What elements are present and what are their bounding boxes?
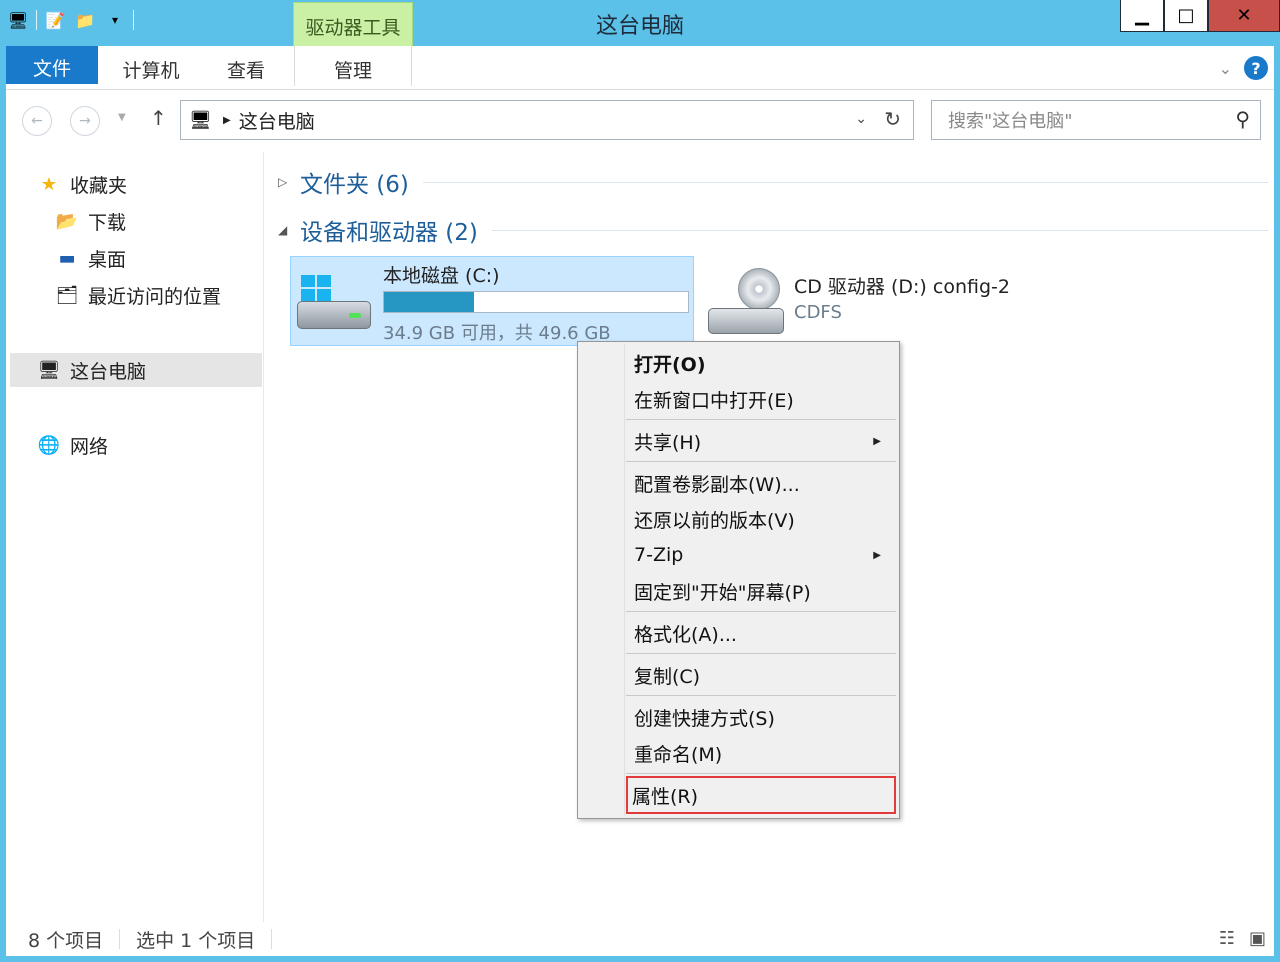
group-folders[interactable]: ▷ 文件夹 (6) [278,166,1268,198]
drive-usage-bar [383,291,689,313]
context-menu: 打开(O) 在新窗口中打开(E) 共享(H) ▶ 配置卷影副本(W)... 还原… [577,341,900,819]
navigation-pane: ★ 收藏夹 📂 下载 ▬ 桌面 🗂 最近访问的位置 🖥 这台电脑 🌐 网络 [6,152,264,922]
nav-item-network[interactable]: 🌐 网络 [36,428,108,462]
desktop-icon: ▬ [58,247,76,269]
network-icon: 🌐 [37,434,61,456]
status-bar: 8 个项目 选中 1 个项目 ☷ ▣ [6,922,1274,956]
minimize-button[interactable]: ▁ [1120,0,1164,32]
maximize-button[interactable]: □ [1164,0,1208,32]
nav-label: 下载 [88,211,127,234]
menu-item-7zip[interactable]: 7-Zip ▶ [580,538,897,572]
search-placeholder: 搜索"这台电脑" [948,111,1073,132]
group-title: 文件夹 (6) [300,172,409,198]
drive-name: 本地磁盘 (C:) [383,265,500,287]
menu-item-open[interactable]: 打开(O) [580,346,897,380]
navigation-bar: ← → ▼ ↑ 🖥 ▶ 这台电脑 ⌄ ↻ 搜索"这台电脑" ⚲ [6,90,1274,152]
help-icon[interactable]: ? [1244,56,1268,80]
nav-label: 最近访问的位置 [88,285,222,308]
submenu-arrow-icon: ▶ [873,435,881,447]
recent-places-icon: 🗂 [55,284,79,306]
title-bar: 🖥 📝 📁 ▾ 驱动器工具 这台电脑 ▁ □ ✕ [0,0,1280,48]
menu-item-copy[interactable]: 复制(C) [580,658,897,692]
drive-filesystem: CDFS [794,302,842,323]
menu-item-rename[interactable]: 重命名(M) [580,736,897,770]
menu-item-label: 共享(H) [634,431,702,454]
drive-name: CD 驱动器 (D:) config-2 [794,276,1010,298]
menu-item-properties[interactable]: 属性(R) [626,776,896,814]
refresh-icon[interactable]: ↻ [884,107,901,131]
expand-arrow-icon[interactable]: ▷ [278,175,300,189]
nav-item-recent-places[interactable]: 🗂 最近访问的位置 [54,278,221,312]
nav-item-desktop[interactable]: ▬ 桌面 [54,241,126,275]
close-button[interactable]: ✕ [1208,0,1280,32]
nav-label: 网络 [70,435,109,458]
menu-separator [626,611,896,612]
tab-computer[interactable]: 计算机 [106,46,196,86]
explorer-window: 🖥 📝 📁 ▾ 驱动器工具 这台电脑 ▁ □ ✕ 文件 计算机 查看 管理 ⌄ … [0,0,1280,962]
recent-locations-icon[interactable]: ▼ [118,112,126,123]
menu-item-share[interactable]: 共享(H) ▶ [580,424,897,458]
back-button[interactable]: ← [22,106,52,136]
menu-separator [626,419,896,420]
cd-drive-icon [708,268,788,338]
up-button[interactable]: ↑ [150,106,167,130]
menu-item-label: 7-Zip [634,544,684,566]
collapse-arrow-icon[interactable]: ◢ [278,223,300,237]
nav-label: 这台电脑 [70,360,147,383]
submenu-arrow-icon: ▶ [873,549,881,561]
selected-count: 选中 1 个项目 [136,929,256,952]
forward-button[interactable]: → [70,106,100,136]
downloads-folder-icon: 📂 [55,210,79,232]
drive-d-tile[interactable]: CD 驱动器 (D:) config-2 CDFS [704,260,1104,340]
menu-item-pin-to-start[interactable]: 固定到"开始"屏幕(P) [580,574,897,608]
nav-label: 桌面 [88,248,127,271]
group-divider [422,181,1268,183]
computer-icon: 🖥 [37,359,61,381]
menu-item-format[interactable]: 格式化(A)... [580,616,897,650]
tab-view[interactable]: 查看 [206,46,286,86]
view-switcher: ☷ ▣ [1219,928,1266,949]
menu-item-open-new-window[interactable]: 在新窗口中打开(E) [580,382,897,416]
hard-drive-icon [297,275,371,333]
address-bar[interactable]: 🖥 ▶ 这台电脑 ⌄ ↻ [180,100,914,140]
address-dropdown-icon[interactable]: ⌄ [855,111,867,127]
large-icons-view-icon[interactable]: ▣ [1249,928,1266,949]
status-divider [119,929,121,949]
nav-label: 收藏夹 [70,174,128,197]
breadcrumb-arrow-icon[interactable]: ▶ [223,115,231,126]
status-divider [271,929,273,949]
window-title: 这台电脑 [595,14,684,39]
breadcrumb[interactable]: 这台电脑 [239,107,315,134]
ribbon: 文件 计算机 查看 管理 ⌄ ? [6,46,1274,90]
menu-separator [626,695,896,696]
tab-manage[interactable]: 管理 [294,46,412,86]
details-view-icon[interactable]: ☷ [1219,928,1235,949]
menu-separator [626,773,896,774]
window-controls: ▁ □ ✕ [1120,0,1280,32]
drive-c-tile[interactable]: 本地磁盘 (C:) 34.9 GB 可用，共 49.6 GB [290,256,694,346]
nav-item-downloads[interactable]: 📂 下载 [54,204,126,238]
computer-icon: 🖥 [189,109,212,131]
menu-separator [626,461,896,462]
nav-item-this-pc[interactable]: 🖥 这台电脑 [10,353,262,387]
menu-item-restore-versions[interactable]: 还原以前的版本(V) [580,502,897,536]
group-title: 设备和驱动器 (2) [300,220,478,246]
group-divider [491,229,1268,231]
windows-logo-icon [301,275,331,301]
menu-item-shadow-copies[interactable]: 配置卷影副本(W)... [580,466,897,500]
nav-item-favorites[interactable]: ★ 收藏夹 [36,167,127,201]
star-icon: ★ [40,173,58,195]
tab-file[interactable]: 文件 [6,46,98,84]
drive-usage-fill [384,292,474,312]
ribbon-right-controls: ⌄ ? [1219,56,1268,80]
menu-item-create-shortcut[interactable]: 创建快捷方式(S) [580,700,897,734]
group-devices[interactable]: ◢ 设备和驱动器 (2) [278,214,1268,246]
search-icon[interactable]: ⚲ [1235,107,1250,131]
expand-ribbon-icon[interactable]: ⌄ [1219,59,1232,78]
menu-separator [626,653,896,654]
item-count: 8 个项目 [28,929,104,952]
search-input[interactable]: 搜索"这台电脑" ⚲ [931,100,1261,140]
